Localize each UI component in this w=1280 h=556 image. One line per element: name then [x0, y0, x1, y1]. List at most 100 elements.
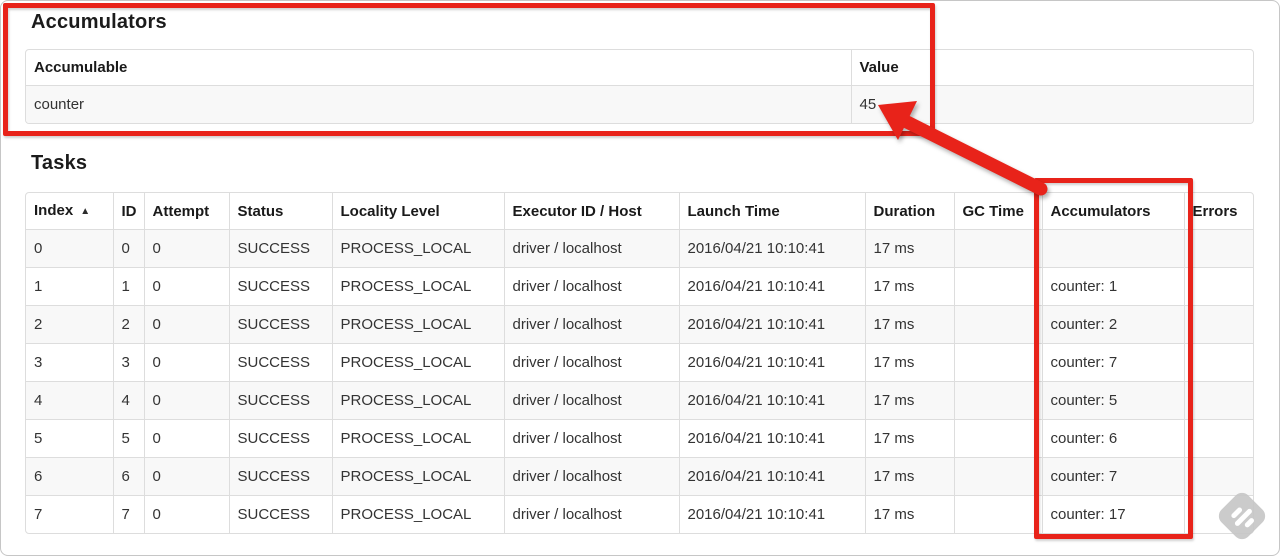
cell-gc-time: [953, 343, 1042, 382]
column-header-label: Attempt: [152, 202, 210, 220]
tasks-column-header-duration[interactable]: Duration: [864, 193, 954, 230]
accumulable-column-header[interactable]: Accumulable: [26, 50, 851, 86]
cell-errors: [1183, 381, 1253, 420]
column-header-label: Index: [34, 202, 74, 219]
cell-executor-id-host: driver / localhost: [503, 381, 679, 420]
tasks-column-header-executor-id-host[interactable]: Executor ID / Host: [503, 193, 679, 230]
cell-id: 7: [112, 495, 144, 533]
cell-errors: [1183, 419, 1253, 458]
cell-attempt: 0: [143, 457, 229, 496]
column-header-label: Duration: [873, 202, 936, 220]
cell-status: SUCCESS: [228, 267, 332, 306]
cell-index: 7: [26, 495, 113, 533]
cell-accumulators: counter: 1: [1041, 267, 1184, 306]
cell-executor-id-host: driver / localhost: [503, 229, 679, 268]
column-header-label: ID: [121, 202, 137, 220]
cell-locality-level: PROCESS_LOCAL: [331, 495, 504, 533]
cell-index: 2: [26, 305, 113, 344]
table-row: 3 3 0 SUCCESS PROCESS_LOCAL driver / localhos…: [26, 343, 1253, 382]
column-header-label: Errors: [1192, 202, 1238, 220]
cell-index: 5: [26, 419, 113, 458]
tasks-section-heading: Tasks: [31, 152, 88, 174]
cell-attempt: 0: [143, 495, 229, 533]
tasks-column-header-attempt[interactable]: Attempt: [143, 193, 229, 230]
cell-executor-id-host: driver / localhost: [503, 267, 679, 306]
tasks-column-header-id[interactable]: ID: [112, 193, 144, 230]
cell-locality-level: PROCESS_LOCAL: [331, 343, 504, 382]
cell-launch-time: 2016/04/21 10:10:41: [678, 343, 865, 382]
tasks-column-header-locality-level[interactable]: Locality Level: [331, 193, 504, 230]
column-header-label: GC Time: [962, 202, 1024, 220]
cell-errors: [1183, 305, 1253, 344]
table-row: 5 5 0 SUCCESS PROCESS_LOCAL driver / localhos…: [26, 419, 1253, 458]
cell-accumulators: counter: 5: [1041, 381, 1184, 420]
accumulable-name-cell: counter: [26, 85, 851, 123]
cell-accumulators: counter: 7: [1041, 457, 1184, 496]
cell-index: 0: [26, 229, 113, 268]
cell-launch-time: 2016/04/21 10:10:41: [678, 381, 865, 420]
cell-executor-id-host: driver / localhost: [503, 305, 679, 344]
cell-accumulators: counter: 6: [1041, 419, 1184, 458]
cell-id: 4: [112, 381, 144, 420]
table-row: 4 4 0 SUCCESS PROCESS_LOCAL driver / localhos…: [26, 381, 1253, 420]
cell-executor-id-host: driver / localhost: [503, 457, 679, 496]
cell-status: SUCCESS: [228, 419, 332, 458]
value-column-header[interactable]: Value: [850, 50, 1253, 86]
cell-attempt: 0: [143, 305, 229, 344]
cell-accumulators: counter: 7: [1041, 343, 1184, 382]
tasks-table: Index ▲ ID Attempt Status Locality Level Execu…: [25, 192, 1254, 534]
cell-id: 1: [112, 267, 144, 306]
cell-errors: [1183, 495, 1253, 533]
cell-duration: 17 ms: [864, 495, 954, 533]
cell-duration: 17 ms: [864, 343, 954, 382]
cell-duration: 17 ms: [864, 457, 954, 496]
cell-errors: [1183, 457, 1253, 496]
cell-status: SUCCESS: [228, 343, 332, 382]
cell-locality-level: PROCESS_LOCAL: [331, 381, 504, 420]
cell-gc-time: [953, 457, 1042, 496]
column-header-label: Locality Level: [340, 202, 440, 220]
cell-accumulators: counter: 17: [1041, 495, 1184, 533]
tasks-header-row: Index ▲ ID Attempt Status Locality Level Execu…: [26, 193, 1253, 230]
cell-locality-level: PROCESS_LOCAL: [331, 457, 504, 496]
tasks-column-header-accumulators[interactable]: Accumulators: [1041, 193, 1184, 230]
accumulators-header-row: Accumulable Value: [26, 50, 1253, 86]
cell-duration: 17 ms: [864, 419, 954, 458]
cell-gc-time: [953, 419, 1042, 458]
cell-gc-time: [953, 229, 1042, 268]
tasks-column-header-errors[interactable]: Errors: [1183, 193, 1253, 230]
tasks-column-header-launch-time[interactable]: Launch Time: [678, 193, 865, 230]
cell-gc-time: [953, 381, 1042, 420]
cell-duration: 17 ms: [864, 267, 954, 306]
cell-duration: 17 ms: [864, 305, 954, 344]
tasks-column-header-status[interactable]: Status: [228, 193, 332, 230]
cell-status: SUCCESS: [228, 457, 332, 496]
column-header-label: Launch Time: [687, 202, 780, 220]
cell-index: 3: [26, 343, 113, 382]
cell-executor-id-host: driver / localhost: [503, 419, 679, 458]
cell-launch-time: 2016/04/21 10:10:41: [678, 457, 865, 496]
column-header-label: Executor ID / Host: [512, 202, 642, 220]
cell-id: 3: [112, 343, 144, 382]
table-row: 7 7 0 SUCCESS PROCESS_LOCAL driver / localhos…: [26, 495, 1253, 533]
cell-attempt: 0: [143, 381, 229, 420]
cell-locality-level: PROCESS_LOCAL: [331, 305, 504, 344]
cell-gc-time: [953, 495, 1042, 533]
spark-ui-stage-page: Accumulators Accumulable Value counter 4…: [0, 0, 1280, 556]
tasks-column-header-index[interactable]: Index ▲: [26, 193, 113, 230]
cell-launch-time: 2016/04/21 10:10:41: [678, 495, 865, 533]
cell-id: 6: [112, 457, 144, 496]
cell-attempt: 0: [143, 343, 229, 382]
cell-status: SUCCESS: [228, 495, 332, 533]
cell-launch-time: 2016/04/21 10:10:41: [678, 305, 865, 344]
cell-launch-time: 2016/04/21 10:10:41: [678, 419, 865, 458]
cell-locality-level: PROCESS_LOCAL: [331, 267, 504, 306]
tasks-column-header-gc-time[interactable]: GC Time: [953, 193, 1042, 230]
cell-status: SUCCESS: [228, 305, 332, 344]
cell-locality-level: PROCESS_LOCAL: [331, 229, 504, 268]
cell-accumulators: counter: 2: [1041, 305, 1184, 344]
cell-duration: 17 ms: [864, 229, 954, 268]
table-row: counter 45: [26, 85, 1253, 123]
table-row: 2 2 0 SUCCESS PROCESS_LOCAL driver / localhos…: [26, 305, 1253, 344]
cell-index: 1: [26, 267, 113, 306]
